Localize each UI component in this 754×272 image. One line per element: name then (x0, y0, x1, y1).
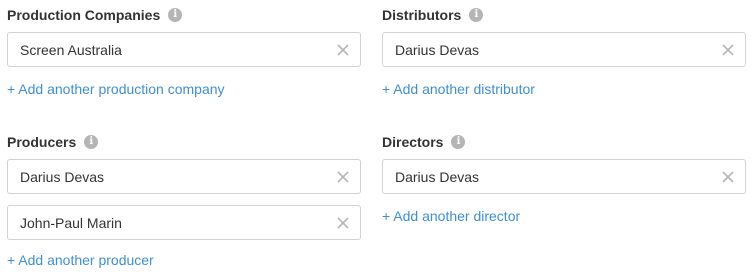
distributors-header: Distributors i (382, 0, 746, 30)
add-distributor-link[interactable]: + Add another distributor (382, 81, 535, 97)
distributors-label: Distributors (382, 7, 462, 23)
production-companies-label: Production Companies (7, 7, 161, 23)
producers-label: Producers (7, 134, 77, 150)
info-icon[interactable]: i (168, 8, 183, 22)
info-icon[interactable]: i (469, 8, 484, 22)
production-company-field[interactable]: Screen Australia (7, 32, 361, 67)
producer-field[interactable]: John-Paul Marin (7, 205, 361, 240)
close-icon[interactable] (721, 170, 735, 184)
producer-value: Darius Devas (20, 168, 105, 185)
production-companies-section: Production Companies i Screen Australia … (7, 0, 361, 99)
producer-field[interactable]: Darius Devas (7, 159, 361, 194)
directors-header: Directors i (382, 127, 746, 157)
production-companies-header: Production Companies i (7, 0, 361, 30)
info-icon[interactable]: i (84, 135, 99, 149)
close-icon[interactable] (721, 43, 735, 57)
director-value: Darius Devas (395, 168, 480, 185)
info-icon[interactable]: i (451, 135, 466, 149)
directors-label: Directors (382, 134, 444, 150)
producers-section: Producers i Darius Devas John-Paul Marin… (7, 127, 361, 270)
directors-section: Directors i Darius Devas + Add another d… (382, 127, 746, 226)
close-icon[interactable] (336, 43, 350, 57)
distributor-field[interactable]: Darius Devas (382, 32, 746, 67)
producers-header: Producers i (7, 127, 361, 157)
producer-value: John-Paul Marin (20, 214, 122, 231)
director-field[interactable]: Darius Devas (382, 159, 746, 194)
close-icon[interactable] (336, 216, 350, 230)
distributors-section: Distributors i Darius Devas + Add anothe… (382, 0, 746, 99)
close-icon[interactable] (336, 170, 350, 184)
add-production-company-link[interactable]: + Add another production company (7, 81, 225, 97)
credits-form: Production Companies i Screen Australia … (0, 0, 754, 272)
distributor-value: Darius Devas (395, 41, 480, 58)
add-director-link[interactable]: + Add another director (382, 208, 520, 224)
add-producer-link[interactable]: + Add another producer (7, 252, 154, 268)
production-company-value: Screen Australia (20, 41, 122, 58)
